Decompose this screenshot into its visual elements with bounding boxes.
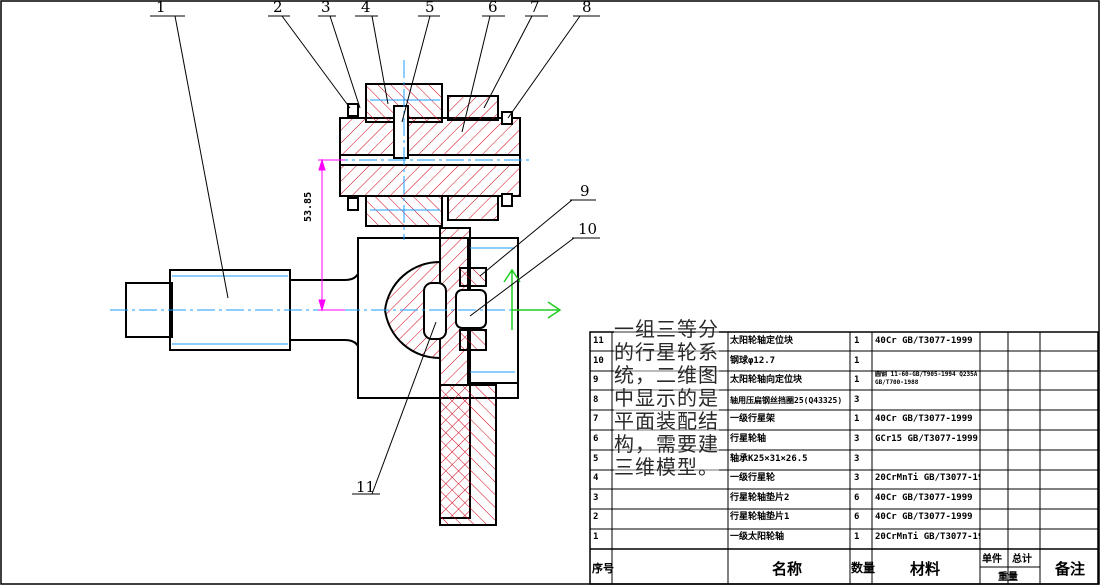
callout-2: 2 [273, 0, 283, 16]
overlay-note: 一组三等分的行星轮系统，二维图中显示的是平面装配结构，需要建三维模型。 [614, 317, 726, 479]
bom-name: 一级太阳轮轴 [730, 532, 785, 542]
bom-material: 圆钢 11-60-GB/T905-1994 Q235A GB/T700-1988 [875, 371, 978, 387]
bom-no: 6 [593, 434, 599, 444]
bom-no: 9 [593, 375, 599, 386]
bom-no: 11 [593, 336, 604, 346]
axis-indicator [503, 268, 562, 330]
bom-name: 轴用压扁钢丝挡圈25(Q43325) [730, 395, 843, 405]
bom-header-unit: 单件 [982, 554, 1002, 565]
bom-row: 3 行星轮轴垫片2 6 40Cr GB/T3077-1999 [590, 489, 1098, 509]
bom-qty: 3 [854, 473, 860, 484]
overlay-note-text: 一组三等分的行星轮系统，二维图中显示的是平面装配结构，需要建三维模型。 [614, 317, 719, 479]
bom-material: 40Cr GB/T3077-1999 [875, 492, 973, 503]
bom-material: 40Cr GB/T3077-1999 [875, 512, 973, 523]
bom-qty: 1 [854, 414, 860, 425]
bom-material [875, 391, 980, 411]
bom-qty: 1 [854, 336, 860, 346]
bom-material [875, 352, 980, 372]
bom-qty: 1 [854, 532, 860, 542]
bom-header-name: 名称 [772, 560, 803, 578]
bom-no: 3 [593, 492, 599, 503]
callout-10: 10 [578, 220, 598, 238]
planet-gear-assembly [339, 83, 521, 227]
bom-material: 40Cr GB/T3077-1999 [875, 414, 973, 425]
bom-header-remark: 备注 [1055, 560, 1086, 578]
bom-qty: 1 [854, 375, 860, 386]
bom-name: 一级行星架 [730, 414, 776, 425]
callout-4: 4 [361, 0, 371, 16]
bom-name: 太阳轮轴向定位块 [730, 375, 803, 386]
bom-no: 4 [593, 473, 599, 484]
bom-qty: 1 [854, 355, 860, 366]
bom-row: 1 一级太阳轮轴 1 20CrMnTi GB/T3077-1999 [590, 528, 1098, 548]
callout-8: 8 [582, 0, 592, 16]
bom-header-total: 总计 [1012, 554, 1032, 565]
bom-material: 20CrMnTi GB/T3077-1999 [875, 473, 980, 484]
bom-name: 行星轮轴垫片1 [730, 512, 790, 523]
callout-9: 9 [580, 182, 590, 200]
bom-qty: 6 [854, 492, 860, 503]
bom-no: 5 [593, 453, 599, 464]
bom-name: 轴承K25×31×26.5 [730, 453, 808, 464]
callout-3: 3 [321, 0, 331, 16]
bom-qty: 3 [854, 434, 860, 444]
bom-material: 40Cr GB/T3077-1999 [875, 336, 973, 346]
bom-material: 20CrMnTi GB/T3077-1999 [875, 532, 980, 542]
callout-11: 11 [356, 478, 376, 496]
bom-header-weight: 重量 [998, 572, 1018, 583]
bom-header-qty: 数量 [851, 561, 876, 575]
bom-no: 8 [593, 394, 599, 405]
bom-no: 7 [593, 414, 599, 425]
bom-header-material: 材料 [910, 560, 941, 578]
dimension-label: 53.85 [303, 191, 314, 222]
bom-name: 行星轮轴 [730, 434, 767, 444]
bom-name: 一级行星轮 [730, 473, 776, 484]
bom-name: 钢球φ12.7 [730, 355, 776, 366]
bom-header-no: 序号 [592, 562, 614, 575]
bom-no: 2 [593, 512, 599, 523]
callout-5: 5 [425, 0, 435, 16]
bom-name: 太阳轮轴定位块 [730, 336, 794, 346]
callout-7: 7 [530, 0, 540, 16]
bom-qty: 3 [854, 453, 860, 464]
callout-1: 1 [156, 0, 166, 16]
callout-6: 6 [488, 0, 498, 16]
bom-row: 2 行星轮轴垫片1 6 40Cr GB/T3077-1999 [590, 508, 1098, 528]
bom-no: 10 [593, 355, 604, 366]
bom-name: 行星轮轴垫片2 [730, 492, 790, 503]
bom-material: GCr15 GB/T3077-1999 [875, 434, 978, 444]
bom-no: 1 [593, 532, 599, 542]
bom-material [875, 450, 980, 470]
bom-qty: 6 [854, 512, 860, 523]
bom-qty: 3 [854, 394, 860, 405]
